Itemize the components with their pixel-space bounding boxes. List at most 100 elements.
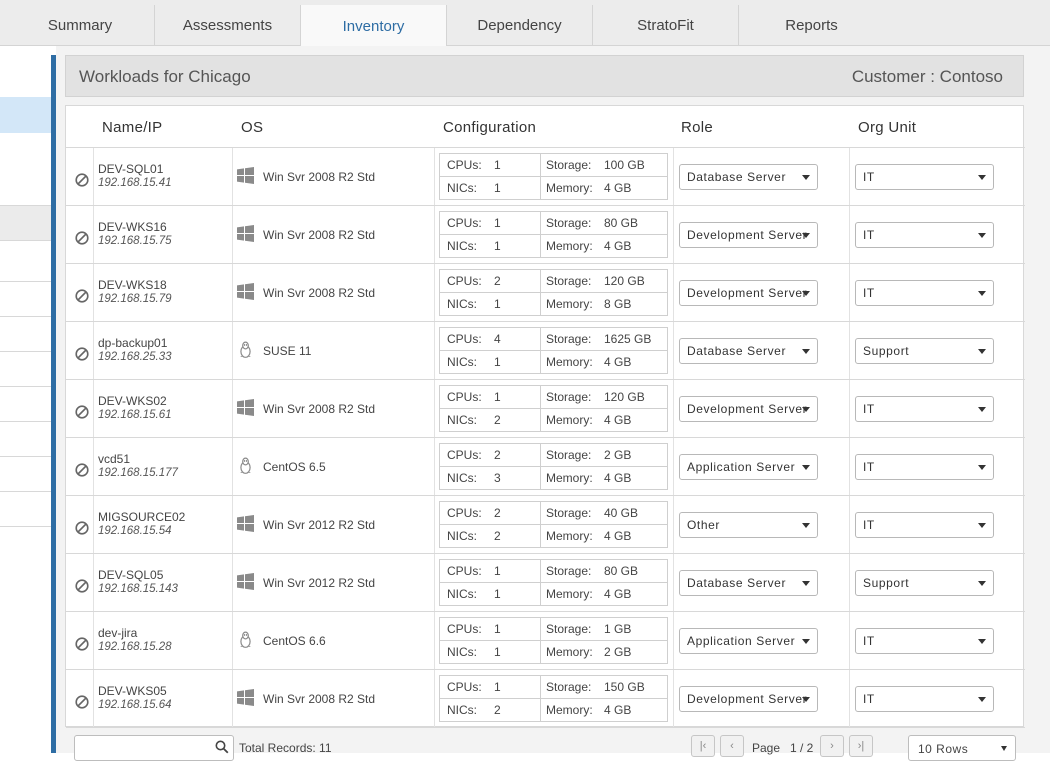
first-page-button[interactable]: |‹ <box>691 735 715 757</box>
memory-label: Memory: <box>546 645 593 659</box>
chevron-down-icon <box>978 639 986 644</box>
chevron-down-icon <box>978 465 986 470</box>
divider <box>434 206 435 263</box>
memory-label: Memory: <box>546 239 593 253</box>
memory-label: Memory: <box>546 587 593 601</box>
cpus-value: 1 <box>494 680 501 694</box>
role-value: Development Server <box>687 402 808 416</box>
table-row[interactable]: DEV-SQL01 192.168.15.41 Win Svr 2008 R2 St… <box>66 148 1025 206</box>
exclude-icon[interactable] <box>75 405 89 419</box>
org-unit-select[interactable]: IT <box>855 164 994 190</box>
role-select[interactable]: Database Server <box>679 338 818 364</box>
memory-value: 4 GB <box>604 587 632 601</box>
divider <box>540 270 541 315</box>
org-unit-value: IT <box>863 286 875 300</box>
role-select[interactable]: Application Server <box>679 454 818 480</box>
search-icon[interactable] <box>215 740 229 754</box>
tab-reports[interactable]: Reports <box>738 5 884 46</box>
divider <box>673 438 674 495</box>
exclude-icon[interactable] <box>75 231 89 245</box>
exclude-icon[interactable] <box>75 521 89 535</box>
workload-ip: 192.168.15.75 <box>98 235 172 247</box>
previous-page-button[interactable]: ‹ <box>720 735 744 757</box>
exclude-icon[interactable] <box>75 289 89 303</box>
workload-ip: 192.168.15.54 <box>98 525 172 537</box>
org-unit-select[interactable]: IT <box>855 628 994 654</box>
nics-label: NICs: <box>447 181 477 195</box>
exclude-icon[interactable] <box>75 579 89 593</box>
memory-value: 4 GB <box>604 413 632 427</box>
tab-assessments[interactable]: Assessments <box>154 5 300 46</box>
search-input[interactable] <box>79 737 209 759</box>
cpus-label: CPUs: <box>447 680 482 694</box>
chevron-down-icon <box>802 639 810 644</box>
table-row[interactable]: DEV-WKS02 192.168.15.61 Win Svr 2008 R2 St… <box>66 380 1025 438</box>
divider <box>232 612 233 669</box>
org-unit-select[interactable]: IT <box>855 280 994 306</box>
role-select[interactable]: Development Server <box>679 396 818 422</box>
exclude-icon[interactable] <box>75 637 89 651</box>
divider <box>440 640 667 641</box>
storage-value: 2 GB <box>604 448 632 462</box>
org-unit-select[interactable]: IT <box>855 686 994 712</box>
next-page-button[interactable]: › <box>820 735 844 757</box>
divider <box>0 421 51 422</box>
tab-dependency[interactable]: Dependency <box>446 5 592 46</box>
chevron-down-icon <box>802 697 810 702</box>
table-row[interactable]: dev-jira 192.168.15.28 CentOS 6.6 CPUs: 1 Sto… <box>66 612 1025 670</box>
divider <box>0 526 51 527</box>
org-unit-select[interactable]: IT <box>855 222 994 248</box>
rows-per-page-select[interactable]: 10 Rows <box>908 735 1016 761</box>
column-header-org-unit[interactable]: Org Unit <box>858 106 916 148</box>
role-select[interactable]: Other <box>679 512 818 538</box>
column-header-os[interactable]: OS <box>241 106 263 148</box>
role-select[interactable]: Application Server <box>679 628 818 654</box>
exclude-icon[interactable] <box>75 347 89 361</box>
chevron-down-icon <box>802 349 810 354</box>
column-header-role[interactable]: Role <box>681 106 713 148</box>
last-page-button[interactable]: ›| <box>849 735 873 757</box>
role-select[interactable]: Development Server <box>679 222 818 248</box>
left-panel-section-header <box>0 205 51 241</box>
role-select[interactable]: Database Server <box>679 164 818 190</box>
divider <box>849 612 850 669</box>
exclude-icon[interactable] <box>75 463 89 477</box>
divider <box>673 380 674 437</box>
role-select[interactable]: Development Server <box>679 280 818 306</box>
chevron-down-icon <box>802 581 810 586</box>
table-row[interactable]: DEV-WKS16 192.168.15.75 Win Svr 2008 R2 St… <box>66 206 1025 264</box>
divider <box>232 206 233 263</box>
exclude-icon[interactable] <box>75 173 89 187</box>
cpus-value: 1 <box>494 216 501 230</box>
left-panel-selected-item[interactable] <box>0 97 51 133</box>
exclude-icon[interactable] <box>75 695 89 709</box>
cpus-label: CPUs: <box>447 158 482 172</box>
storage-value: 80 GB <box>604 564 639 578</box>
cpus-value: 1 <box>494 390 501 404</box>
table-row[interactable]: vcd51 192.168.15.177 CentOS 6.5 CPUs: 2 Stora… <box>66 438 1025 496</box>
tab-inventory[interactable]: Inventory <box>300 5 446 47</box>
tab-stratofit[interactable]: StratoFit <box>592 5 738 46</box>
configuration-box: CPUs: 1 Storage: 80 GB NICs: 1 Memory: 4 GB <box>439 211 668 258</box>
workload-ip: 192.168.15.177 <box>98 467 178 479</box>
org-unit-select[interactable]: Support <box>855 570 994 596</box>
divider <box>849 148 850 205</box>
column-header-configuration[interactable]: Configuration <box>443 106 536 148</box>
nics-label: NICs: <box>447 587 477 601</box>
org-unit-select[interactable]: IT <box>855 454 994 480</box>
table-row[interactable]: MIGSOURCE02 192.168.15.54 Win Svr 2012 R2 … <box>66 496 1025 554</box>
tab-summary[interactable]: Summary <box>7 5 153 46</box>
org-unit-select[interactable]: IT <box>855 396 994 422</box>
org-unit-select[interactable]: IT <box>855 512 994 538</box>
storage-value: 40 GB <box>604 506 639 520</box>
memory-value: 8 GB <box>604 297 632 311</box>
table-row[interactable]: dp-backup01 192.168.25.33 SUSE 11 CPUs: 4 Sto… <box>66 322 1025 380</box>
role-select[interactable]: Database Server <box>679 570 818 596</box>
role-select[interactable]: Development Server <box>679 686 818 712</box>
org-unit-select[interactable]: Support <box>855 338 994 364</box>
column-header-name[interactable]: Name/IP <box>102 106 162 148</box>
table-row[interactable]: DEV-WKS05 192.168.15.64 Win Svr 2008 R2 St… <box>66 670 1025 728</box>
divider <box>434 670 435 727</box>
table-row[interactable]: DEV-WKS18 192.168.15.79 Win Svr 2008 R2 St… <box>66 264 1025 322</box>
table-row[interactable]: DEV-SQL05 192.168.15.143 Win Svr 2012 R2 S… <box>66 554 1025 612</box>
